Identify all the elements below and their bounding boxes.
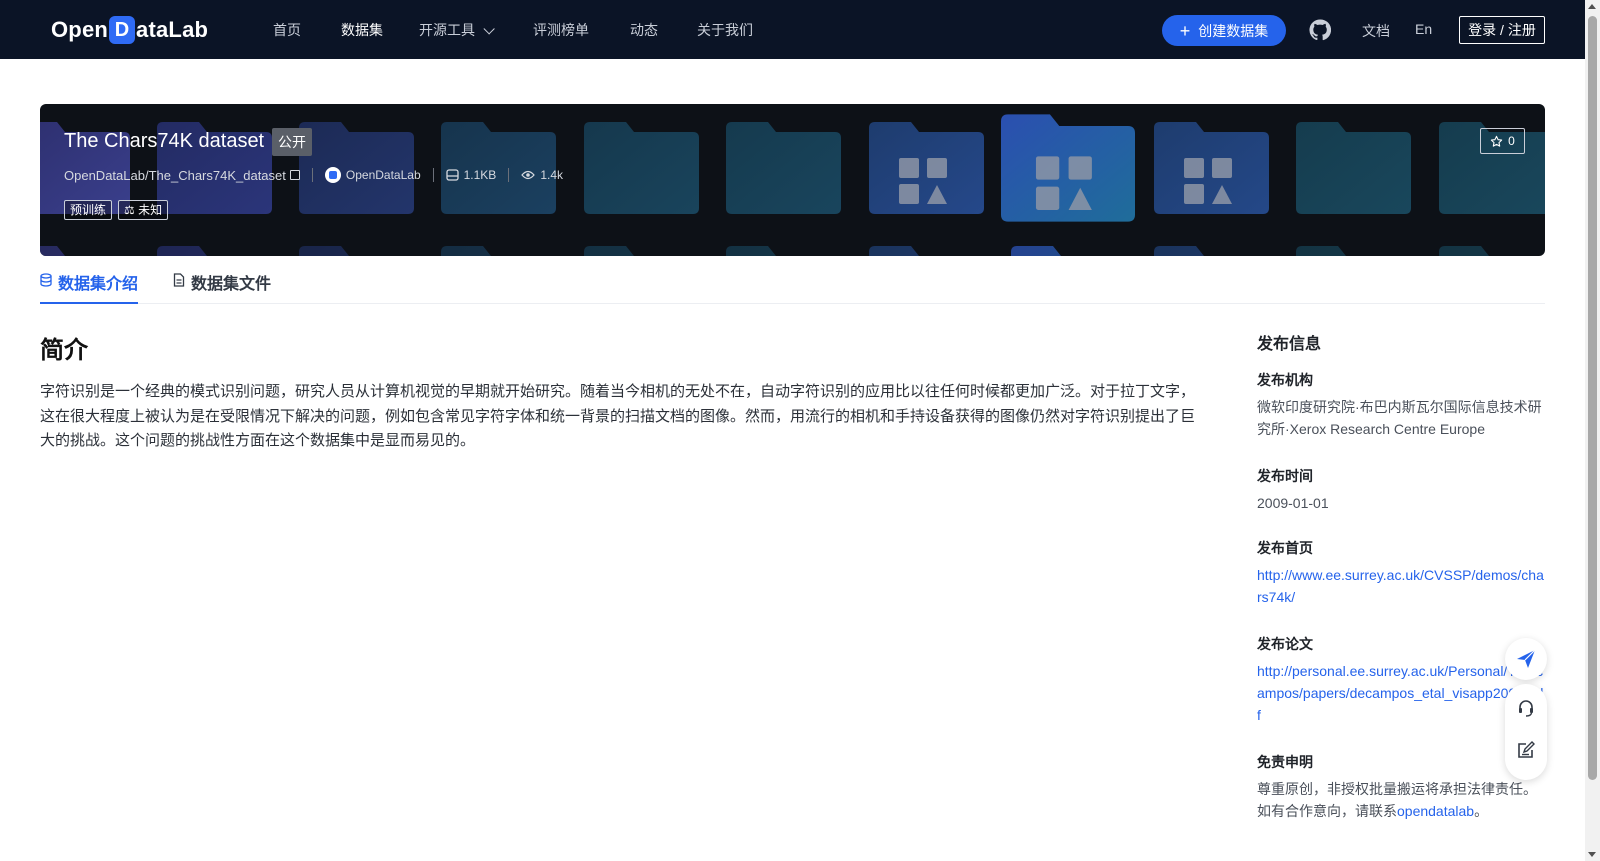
publish-info-sidebar: 发布信息 发布机构 微软印度研究院·布巴内斯瓦尔国际信息技术研究所·Xerox … bbox=[1257, 330, 1547, 819]
create-dataset-label: 创建数据集 bbox=[1198, 22, 1269, 39]
meta-divider bbox=[311, 168, 313, 182]
nav-news[interactable]: 动态 bbox=[630, 20, 658, 40]
nav-open-source-tools-label: 开源工具 bbox=[419, 22, 475, 38]
scale-icon: ⚖ bbox=[124, 203, 135, 217]
decorative-folder-icon bbox=[1154, 246, 1269, 256]
paper-link[interactable]: http://personal.ee.surrey.ac.uk/Personal… bbox=[1257, 660, 1547, 726]
logo-text-prefix: Open bbox=[51, 17, 109, 42]
decorative-folder-icon bbox=[299, 246, 414, 256]
headset-icon[interactable] bbox=[1516, 698, 1536, 718]
dataset-tabs: 数据集介绍 数据集文件 bbox=[40, 256, 1545, 304]
logo-d-mark: D bbox=[109, 16, 136, 44]
meta-divider bbox=[508, 168, 510, 182]
nav-open-source-tools[interactable]: 开源工具 bbox=[419, 20, 495, 40]
paper-label: 发布论文 bbox=[1257, 636, 1313, 652]
star-icon bbox=[1490, 135, 1503, 147]
tag-pretraining[interactable]: 预训练 bbox=[64, 200, 113, 220]
copy-icon[interactable] bbox=[289, 170, 300, 180]
plus-icon: + bbox=[1179, 20, 1191, 41]
homepage-link[interactable]: http://www.ee.surrey.ac.uk/CVSSP/demos/c… bbox=[1257, 564, 1547, 608]
meta-divider bbox=[432, 168, 434, 182]
scroll-down-arrow-icon[interactable] bbox=[1588, 852, 1596, 857]
dataset-hero-banner: The Chars74K dataset 公开 OpenDataLab/The_… bbox=[40, 104, 1545, 256]
edit-note-icon[interactable] bbox=[1516, 740, 1536, 760]
nav-about[interactable]: 关于我们 bbox=[697, 20, 753, 40]
paper-plane-icon[interactable] bbox=[1505, 638, 1547, 680]
file-icon bbox=[173, 273, 185, 287]
dataset-title: The Chars74K dataset bbox=[64, 130, 265, 152]
star-button[interactable]: 0 bbox=[1480, 128, 1525, 154]
tag-license-label: 未知 bbox=[138, 203, 163, 217]
decorative-folder-icon bbox=[726, 122, 841, 214]
decorative-folder-icon bbox=[40, 246, 130, 256]
decorative-folder-icon bbox=[584, 122, 699, 214]
decorative-folder-icon bbox=[441, 246, 556, 256]
tag-license[interactable]: ⚖ 未知 bbox=[118, 200, 169, 220]
decorative-folder-icon bbox=[1011, 246, 1126, 256]
disclaimer-label: 免责申明 bbox=[1257, 754, 1313, 770]
dataset-size: 1.1KB bbox=[463, 168, 497, 182]
decorative-folder-icon bbox=[1439, 246, 1545, 256]
tab-dataset-files[interactable]: 数据集文件 bbox=[173, 270, 271, 304]
publish-date-label: 发布时间 bbox=[1257, 468, 1313, 484]
decorative-folder-icon bbox=[584, 246, 699, 256]
language-switch[interactable]: En bbox=[1415, 21, 1432, 37]
tab-dataset-intro-label: 数据集介绍 bbox=[58, 276, 139, 293]
database-icon bbox=[40, 273, 52, 287]
floating-toolbar bbox=[1505, 638, 1547, 780]
login-register-button[interactable]: 登录 / 注册 bbox=[1459, 16, 1545, 44]
floating-actions-panel bbox=[1505, 684, 1547, 780]
publish-date-value: 2009-01-01 bbox=[1257, 495, 1329, 511]
tab-dataset-files-label: 数据集文件 bbox=[191, 276, 272, 293]
scrollbar-thumb[interactable] bbox=[1588, 16, 1597, 780]
eye-icon bbox=[521, 170, 536, 180]
publisher-value: 微软印度研究院·布巴内斯瓦尔国际信息技术研究所·Xerox Research C… bbox=[1257, 399, 1542, 437]
decorative-folder-icon bbox=[869, 246, 984, 256]
top-navbar: Open D ataLab 首页 数据集 开源工具 评测榜单 动态 关于我们 +… bbox=[0, 0, 1585, 59]
decorative-folder-icon bbox=[869, 122, 984, 214]
publish-info-title: 发布信息 bbox=[1257, 336, 1322, 353]
star-count: 0 bbox=[1508, 134, 1515, 148]
decorative-folder-icon bbox=[726, 246, 841, 256]
tab-dataset-intro[interactable]: 数据集介绍 bbox=[40, 270, 139, 304]
docs-link[interactable]: 文档 bbox=[1362, 21, 1390, 41]
intro-text: 字符识别是一个经典的模式识别问题，研究人员从计算机视觉的早期就开始研究。随着当今… bbox=[40, 383, 1196, 449]
scroll-up-arrow-icon[interactable] bbox=[1588, 4, 1596, 9]
nav-leaderboard[interactable]: 评测榜单 bbox=[533, 20, 589, 40]
github-icon[interactable] bbox=[1309, 19, 1332, 41]
visibility-badge: 公开 bbox=[272, 128, 312, 156]
disclaimer-text: 尊重原创，非授权批量搬运将承担法律责任。如有合作意向，请联系opendatala… bbox=[1257, 778, 1547, 822]
logo-text-suffix: ataLab bbox=[136, 17, 209, 42]
decorative-folder-icon bbox=[1296, 246, 1411, 256]
chevron-down-icon bbox=[483, 23, 495, 35]
nav-home[interactable]: 首页 bbox=[273, 20, 301, 40]
disclaimer-contact-link[interactable]: opendatalab bbox=[1397, 803, 1474, 819]
intro-heading: 简介 bbox=[40, 337, 88, 364]
create-dataset-button[interactable]: + 创建数据集 bbox=[1162, 15, 1286, 46]
dataset-meta-row: OpenDataLab/The_Chars74K_dataset OpenDat… bbox=[64, 166, 563, 184]
dataset-path: OpenDataLab/The_Chars74K_dataset bbox=[64, 167, 286, 183]
org-avatar-icon bbox=[324, 167, 341, 183]
publisher-label: 发布机构 bbox=[1257, 372, 1313, 388]
storage-icon bbox=[445, 169, 459, 181]
decorative-folder-icon bbox=[1001, 114, 1135, 222]
disclaimer-end: 。 bbox=[1474, 803, 1489, 819]
dataset-views: 1.4k bbox=[540, 168, 564, 182]
nav-datasets[interactable]: 数据集 bbox=[341, 20, 383, 40]
decorative-folder-icon bbox=[1296, 122, 1411, 214]
decorative-folder-icon bbox=[157, 246, 272, 256]
decorative-folder-icon bbox=[1154, 122, 1269, 214]
opendatalab-logo[interactable]: Open D ataLab bbox=[51, 14, 208, 46]
dataset-org[interactable]: OpenDataLab bbox=[346, 168, 421, 182]
homepage-label: 发布首页 bbox=[1257, 540, 1313, 556]
page-scrollbar[interactable] bbox=[1585, 0, 1600, 861]
